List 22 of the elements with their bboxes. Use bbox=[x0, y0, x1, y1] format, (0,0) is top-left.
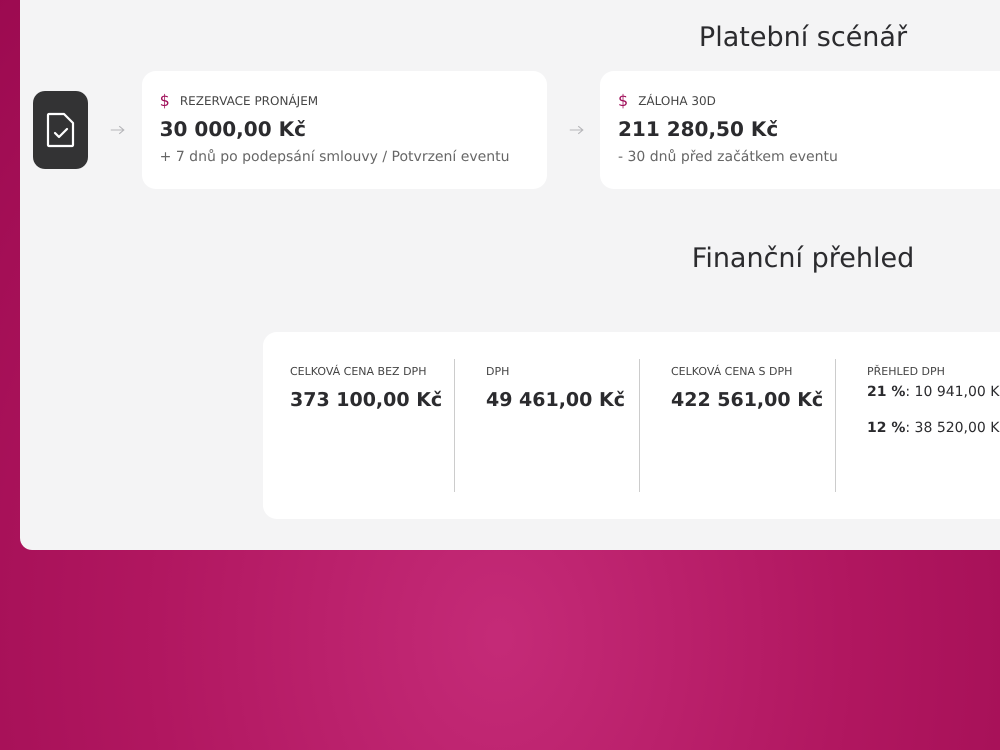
step-amount: 211 280,50 Kč bbox=[618, 117, 780, 141]
summary-label: DPH bbox=[486, 365, 510, 378]
step-amount: 30 000,00 Kč bbox=[160, 117, 307, 141]
arrow-icon bbox=[568, 124, 584, 136]
step-note: + 7 dnů po podepsání smlouvy / Potvrzení eventu bbox=[160, 149, 510, 165]
section-title: Platební scénář bbox=[698, 21, 908, 55]
step-note: - 30 dnů před začátkem eventu bbox=[618, 149, 839, 165]
step-label: REZERVACE PRONÁJEM bbox=[180, 94, 318, 108]
vat-rate-value: 21 %: 10 941,00 K bbox=[867, 384, 1000, 400]
document-check-icon bbox=[33, 91, 88, 169]
summary-value: 373 100,00 Kč bbox=[290, 389, 444, 411]
dollar-icon: $ bbox=[160, 91, 170, 110]
section-title: Finanční přehled bbox=[690, 243, 916, 276]
summary-label: PŘEHLED DPH bbox=[867, 365, 946, 378]
summary-value: 49 461,00 Kč bbox=[486, 389, 626, 411]
arrow-icon bbox=[110, 124, 126, 136]
summary-value: 422 561,00 Kč bbox=[671, 389, 824, 411]
vat-rate-value: 12 %: 38 520,00 K bbox=[867, 420, 1000, 436]
step-label: ZÁLOHA 30D bbox=[638, 94, 716, 108]
summary-label: CELKOVÁ CENA BEZ DPH bbox=[290, 365, 428, 378]
summary-label: CELKOVÁ CENA S DPH bbox=[671, 365, 794, 378]
dollar-icon: $ bbox=[618, 91, 628, 110]
